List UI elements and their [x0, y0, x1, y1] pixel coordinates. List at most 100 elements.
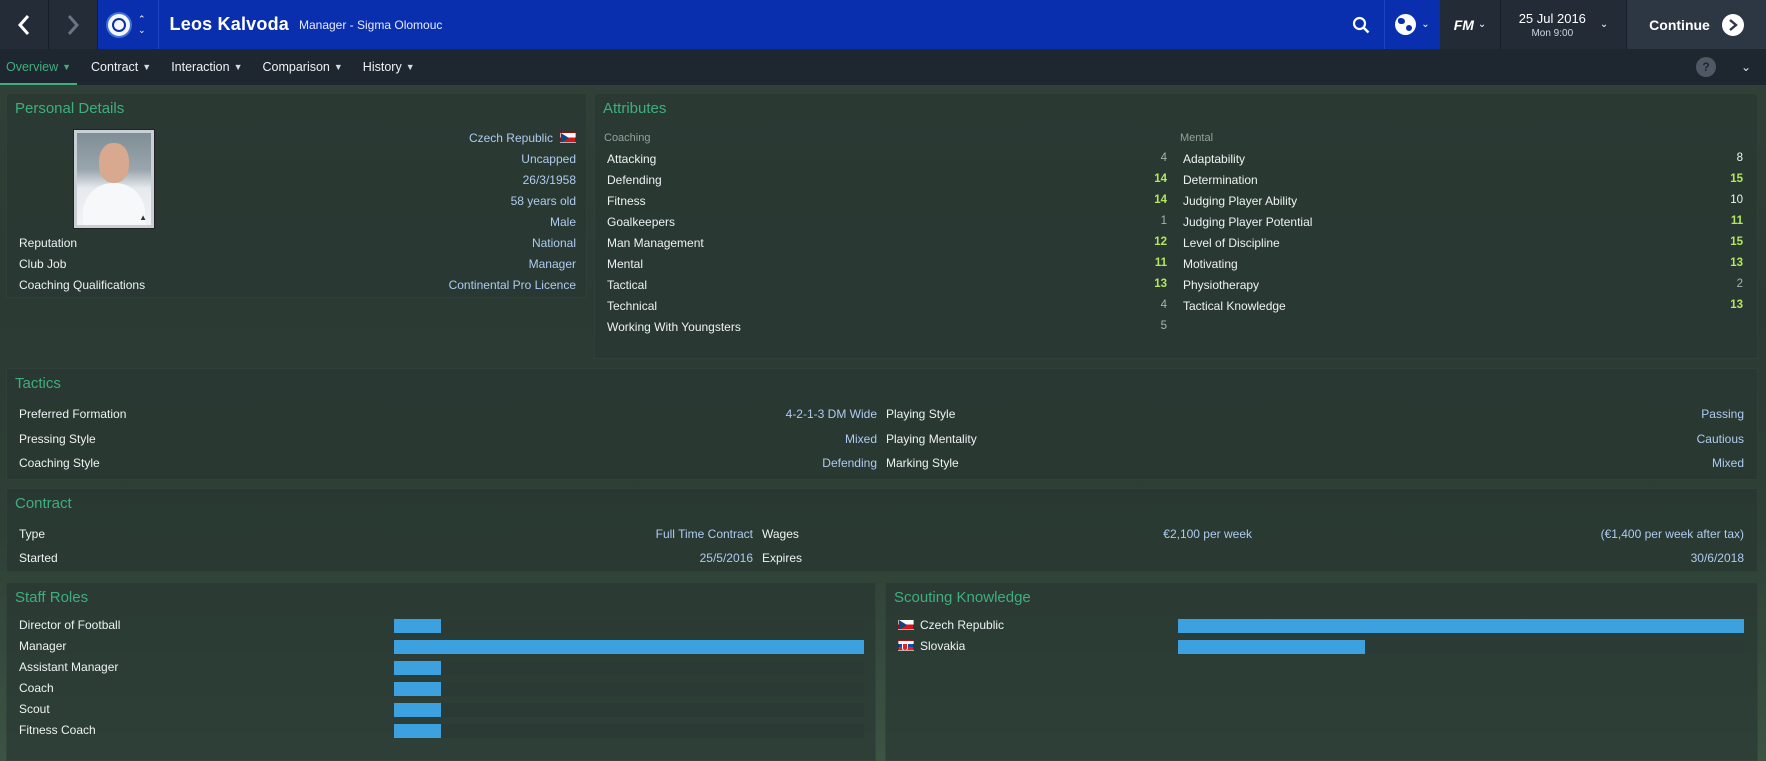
scouting-knowledge-panel: Scouting Knowledge — [885, 582, 1758, 761]
top-bar: ⌃ ⌄ Leos Kalvoda Manager - Sigma Olomouc … — [0, 0, 1766, 49]
club-job-value: Manager — [528, 257, 576, 271]
coaching-style-value: Defending — [822, 456, 877, 470]
chevron-down-icon: ⌄ — [1599, 19, 1609, 30]
continue-label: Continue — [1649, 16, 1710, 33]
attribute-value: 15 — [1730, 236, 1743, 248]
attribute-label: Motivating — [1183, 257, 1238, 271]
staff-role-label: Assistant Manager — [19, 660, 119, 674]
attribute-value: 15 — [1730, 173, 1743, 185]
current-date: 25 Jul 2016 — [1518, 10, 1586, 26]
staff-role-bar — [394, 703, 864, 717]
scouting-knowledge-bar-fill — [1178, 640, 1365, 654]
playing-style-label: Playing Style — [886, 407, 956, 421]
attribute-label: Defending — [607, 173, 662, 187]
contract-started-label: Started — [19, 551, 58, 565]
attribute-label: Adaptability — [1183, 152, 1246, 166]
attribute-label: Goalkeepers — [607, 215, 676, 229]
tab-label: History — [362, 60, 402, 74]
contract-started-value: 25/5/2016 — [699, 551, 753, 565]
staff-role-bar-fill — [394, 661, 441, 675]
scouting-country-label[interactable]: Slovakia — [920, 639, 965, 653]
continue-button[interactable]: Continue — [1626, 0, 1766, 49]
search-button[interactable] — [1338, 0, 1384, 49]
staff-role-label: Manager — [19, 639, 67, 653]
tab-comparison[interactable]: Comparison ▼ — [256, 49, 348, 85]
attribute-label: Working With Youngsters — [607, 320, 741, 334]
person-subtitle: Manager - Sigma Olomouc — [298, 17, 443, 32]
tactics-panel: Tactics — [6, 368, 1758, 480]
staff-role-bar — [394, 724, 864, 738]
attribute-value: 13 — [1730, 299, 1743, 311]
marking-style-value: Mixed — [1711, 456, 1744, 470]
chevron-down-icon: ⌄ — [1421, 19, 1430, 30]
tab-label: Interaction — [171, 60, 230, 74]
tab-contract[interactable]: Contract ▼ — [85, 49, 157, 85]
attribute-label: Judging Player Potential — [1183, 215, 1313, 229]
chevron-down-icon: ▼ — [233, 62, 243, 72]
panel-title: Personal Details — [15, 100, 125, 117]
search-icon — [1352, 16, 1370, 33]
attribute-label: Man Management — [607, 236, 704, 250]
attribute-value: 4 — [1160, 299, 1167, 311]
fm-menu-button[interactable]: FM ⌄ — [1440, 0, 1500, 49]
caps-value: Uncapped — [521, 152, 576, 166]
person-name: Leos Kalvoda — [169, 14, 289, 34]
staff-role-bar — [394, 640, 864, 654]
attribute-value: 5 — [1160, 320, 1167, 332]
age-value: 58 years old — [510, 194, 576, 208]
pressing-style-label: Pressing Style — [19, 432, 96, 446]
up-down-chevrons-icon[interactable]: ⌃ ⌄ — [138, 14, 146, 35]
attribute-value: 10 — [1730, 194, 1743, 206]
nationality-value[interactable]: Czech Republic — [469, 131, 553, 145]
tab-label: Overview — [6, 60, 59, 74]
playing-style-value: Passing — [1701, 407, 1744, 421]
staff-role-bar — [394, 682, 864, 696]
attribute-label: Mental — [607, 257, 644, 271]
staff-role-bar-fill — [394, 619, 441, 633]
coaching-qualifications-value: Continental Pro Licence — [448, 278, 576, 292]
wages-after-tax-value: (€1,400 per week after tax) — [1600, 527, 1744, 541]
panel-title: Attributes — [603, 100, 667, 117]
attribute-value: 11 — [1730, 215, 1743, 227]
club-switcher[interactable]: ⌃ ⌄ — [106, 0, 159, 49]
help-icon[interactable]: ? — [1696, 57, 1716, 77]
scouting-knowledge-bar-fill — [1178, 619, 1744, 633]
attribute-label: Tactical Knowledge — [1183, 299, 1286, 313]
staff-role-bar-fill — [394, 682, 441, 696]
calendar-button[interactable]: 25 Jul 2016 Mon 9:00 ⌄ — [1500, 0, 1626, 49]
manager-photo: ▲ — [74, 130, 154, 228]
chevron-down-icon: ▼ — [62, 62, 72, 72]
tab-interaction[interactable]: Interaction ▼ — [165, 49, 248, 85]
tab-label: Comparison — [262, 60, 330, 74]
back-button[interactable] — [0, 0, 49, 49]
attribute-value: 13 — [1730, 257, 1743, 269]
attribute-label: Tactical — [607, 278, 648, 292]
staff-role-label: Director of Football — [19, 618, 121, 632]
attribute-value: 14 — [1154, 173, 1167, 185]
attributes-panel: Attributes — [594, 93, 1758, 359]
scouting-knowledge-bar — [1178, 619, 1744, 633]
panel-title: Staff Roles — [15, 589, 89, 606]
contract-type-label: Type — [19, 527, 46, 541]
attribute-value: 11 — [1154, 257, 1167, 269]
panel-title: Scouting Knowledge — [894, 589, 1031, 606]
staff-role-bar-fill — [394, 640, 864, 654]
wages-label: Wages — [762, 527, 799, 541]
forward-button[interactable] — [49, 0, 98, 49]
chevron-down-icon[interactable]: ⌄ — [1738, 60, 1754, 74]
tab-overview[interactable]: Overview ▼ — [0, 49, 78, 85]
attribute-value: 2 — [1736, 278, 1743, 290]
playing-mentality-value: Cautious — [1696, 432, 1744, 446]
wages-value: €2,100 per week — [1163, 527, 1252, 541]
gender-value: Male — [549, 215, 576, 229]
attribute-value: 12 — [1154, 236, 1167, 248]
expires-value: 30/6/2018 — [1690, 551, 1744, 565]
tab-history[interactable]: History ▼ — [357, 49, 421, 85]
staff-role-bar — [394, 619, 864, 633]
attribute-value: 4 — [1160, 152, 1167, 164]
club-job-label: Club Job — [19, 257, 67, 271]
world-menu-button[interactable]: ⌄ — [1384, 0, 1440, 49]
tab-label: Contract — [91, 60, 139, 74]
scouting-country-label[interactable]: Czech Republic — [920, 618, 1004, 632]
tab-bar: Overview ▼ Contract ▼ Interaction ▼ Compari… — [0, 49, 1766, 85]
